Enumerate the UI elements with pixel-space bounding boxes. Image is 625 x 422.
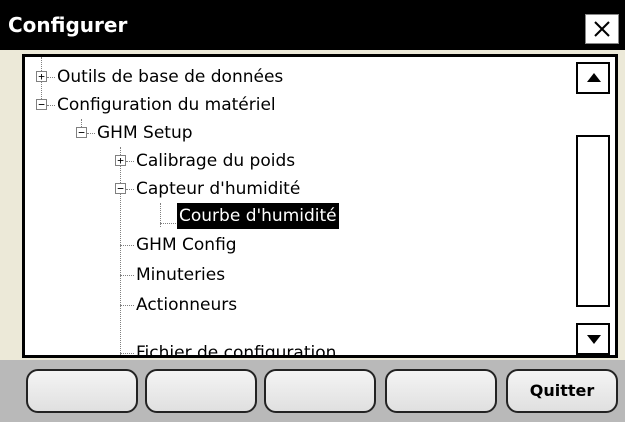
scroll-down-button[interactable] [576,323,610,355]
tree-node-label: Capteur d'humidité [136,179,301,199]
scroll-thumb[interactable] [576,135,610,307]
collapse-minus-icon[interactable]: − [36,99,47,110]
tree-node-label-selected: Courbe d'humidité [177,203,339,229]
expand-plus-icon[interactable]: + [36,71,47,82]
soft-button-2[interactable] [145,369,257,413]
tree-node-label: GHM Config [136,235,237,255]
triangle-down-icon [587,335,601,344]
soft-button-3[interactable] [264,369,376,413]
tree-node-label: Configuration du matériel [57,95,276,115]
tree-node-label: Fichier de configuration [136,343,337,355]
collapse-minus-icon[interactable]: − [115,183,126,194]
tree-node-label: Actionneurs [136,295,238,315]
title-bar: Configurer [0,0,625,50]
scroll-up-button[interactable] [576,62,610,94]
tree-node-label: GHM Setup [97,123,193,143]
triangle-up-icon [587,73,601,82]
tree-node-label: Minuteries [136,265,226,285]
soft-button-4[interactable] [385,369,497,413]
configurer-window: Configurer + Outils de base de données − [0,0,625,422]
close-button[interactable] [585,14,619,44]
quit-button[interactable]: Quitter [506,369,618,413]
tree-area[interactable]: + Outils de base de données − Configurat… [25,57,573,355]
tree-connector [120,147,121,355]
tree-node-label: Calibrage du poids [136,151,296,171]
soft-button-1[interactable] [26,369,138,413]
window-title: Configurer [8,13,128,37]
button-bar: Quitter [0,360,625,422]
collapse-minus-icon[interactable]: − [76,127,87,138]
expand-plus-icon[interactable]: + [115,155,126,166]
close-icon [594,21,610,37]
tree-view: + Outils de base de données − Configurat… [22,54,618,358]
vertical-scrollbar[interactable] [573,57,615,355]
tree-node-label: Outils de base de données [57,67,284,87]
